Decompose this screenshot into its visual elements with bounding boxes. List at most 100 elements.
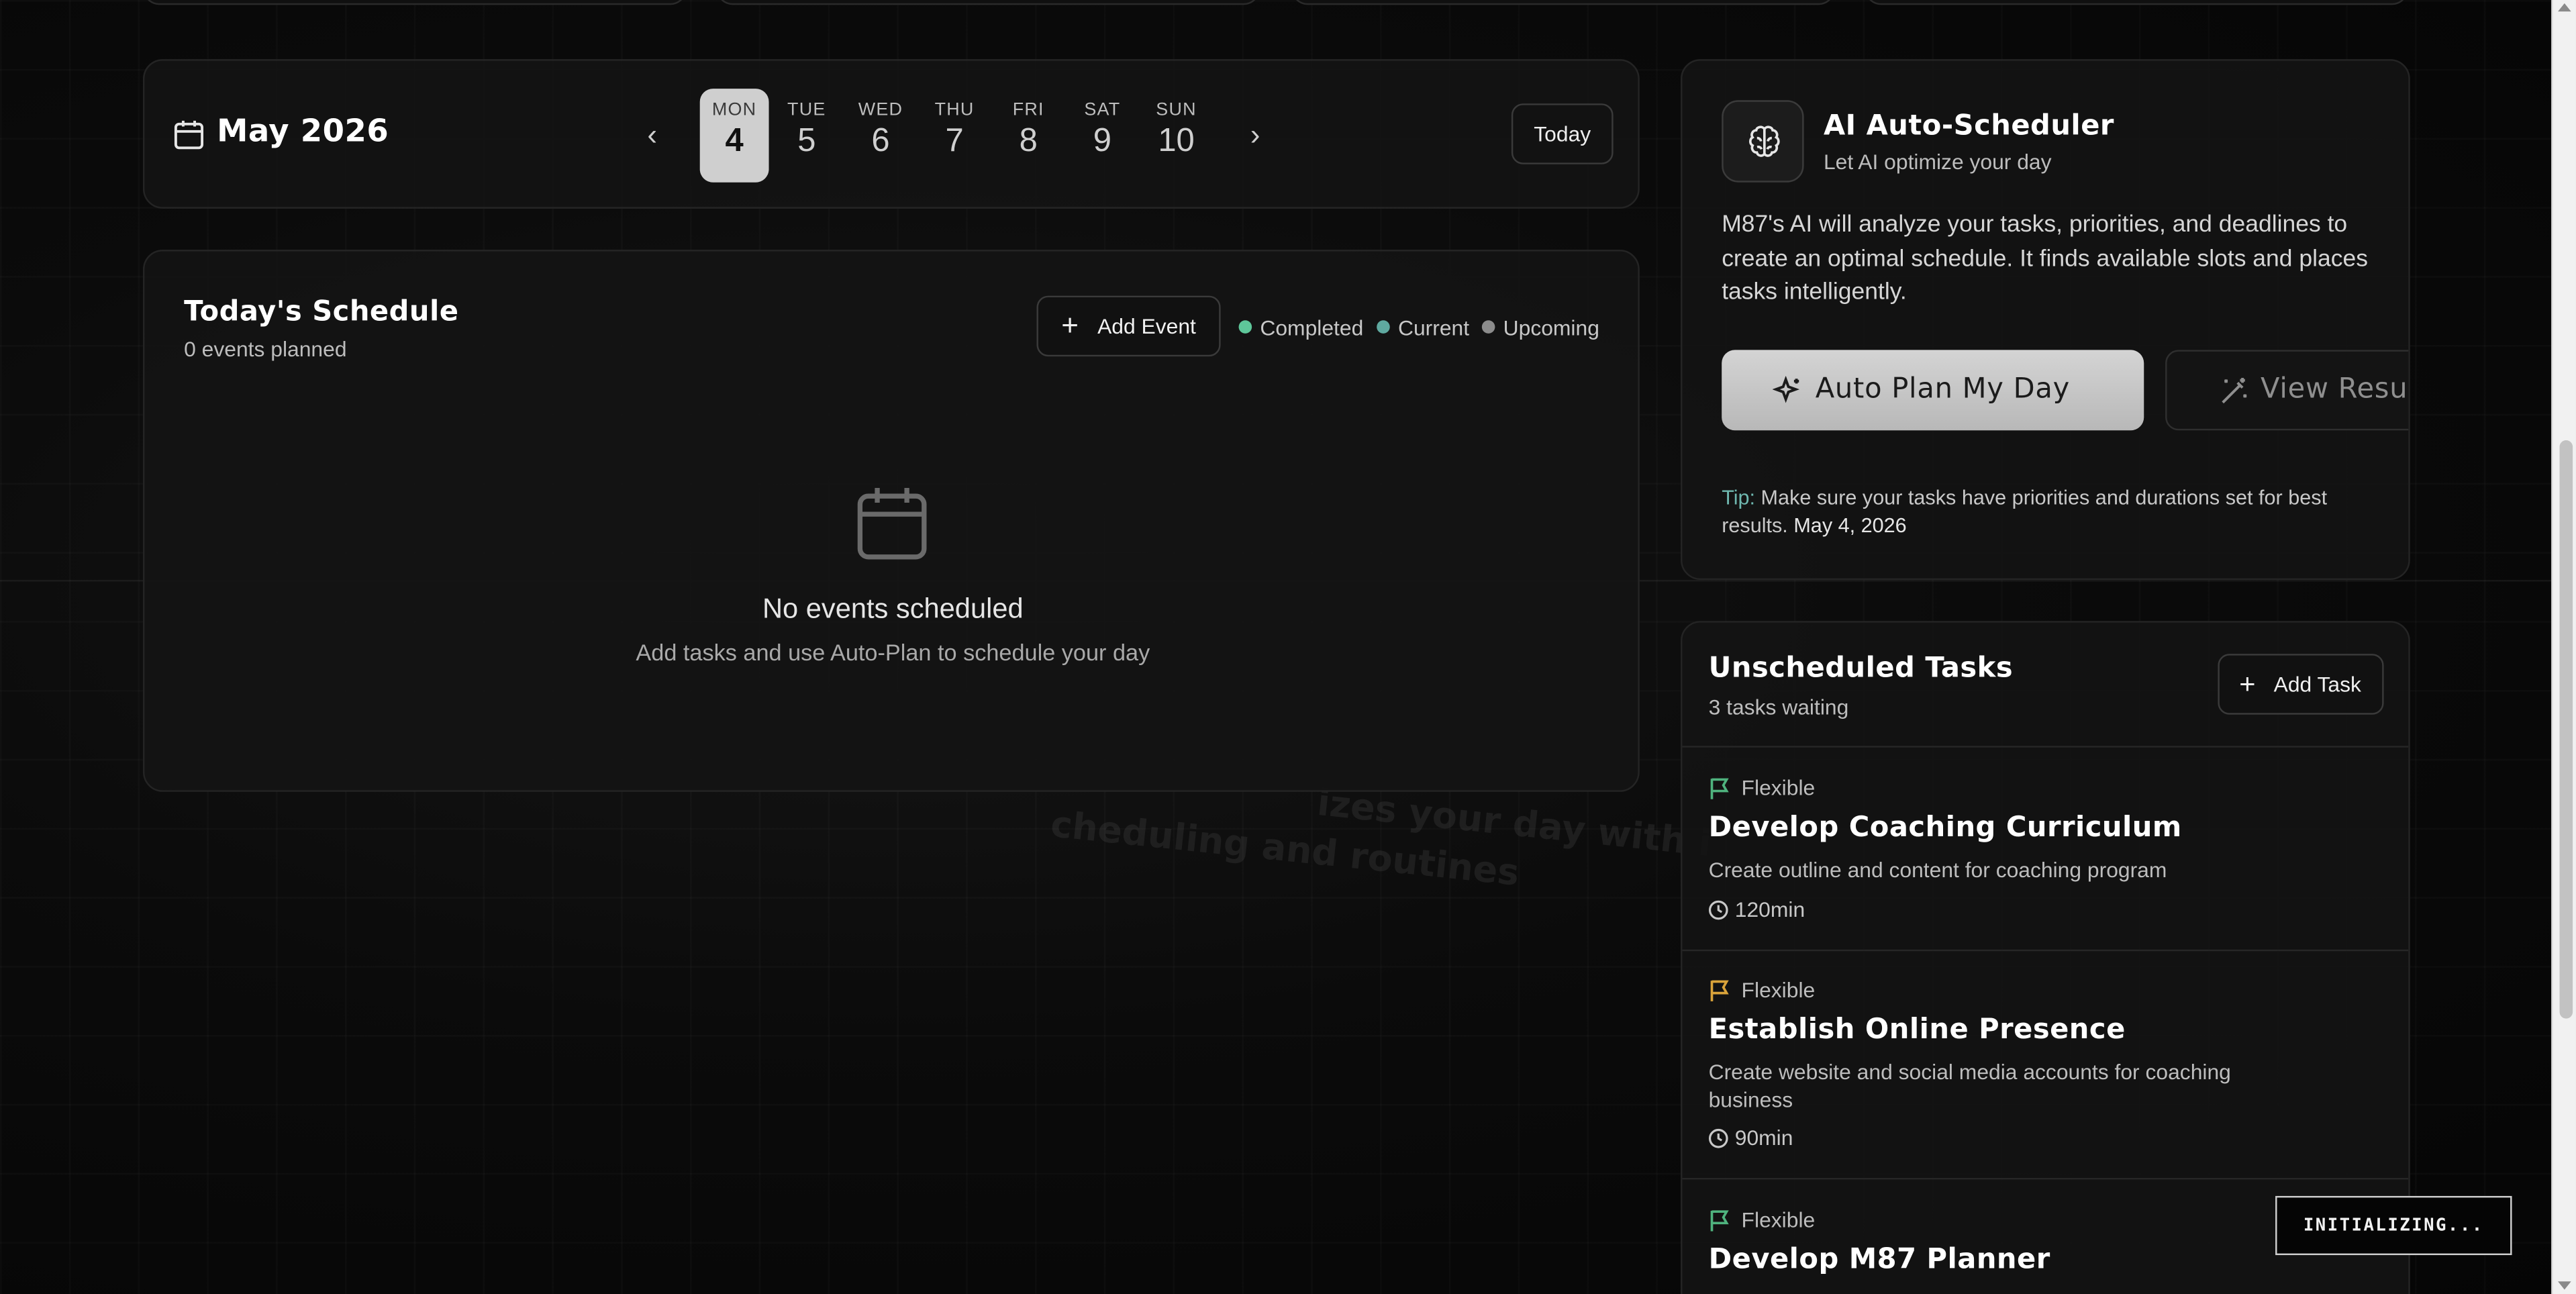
day-name: THU <box>934 100 975 120</box>
stat-card <box>142 0 687 5</box>
calendar-empty-icon <box>857 487 927 560</box>
add-event-label: Add Event <box>1097 313 1196 339</box>
day-name: SAT <box>1084 100 1121 120</box>
task-priority: Flexible <box>1709 775 1816 801</box>
flag-icon <box>1710 1210 1729 1232</box>
day-number: 4 <box>725 123 744 160</box>
scroll-up-arrow-icon[interactable] <box>2558 3 2571 12</box>
tip-label: Tip: <box>1722 486 1756 509</box>
clock-icon <box>1708 900 1728 920</box>
priority-label: Flexible <box>1741 775 1816 801</box>
initializing-status: INITIALIZING... <box>2275 1195 2512 1256</box>
sparkles-icon <box>1773 376 1800 403</box>
task-description: Create website and social media accounts… <box>1708 1059 2231 1111</box>
day-number: 10 <box>1158 123 1195 160</box>
day-name: SUN <box>1156 100 1197 120</box>
task-priority: Flexible <box>1709 1207 1816 1234</box>
today-button[interactable]: Today <box>1511 103 1614 164</box>
ai-scheduler-subtitle: Let AI optimize your day <box>1823 149 2052 175</box>
task-name: Establish Online Presence <box>1708 1013 2126 1047</box>
unscheduled-tasks-panel: Unscheduled Tasks 3 tasks waiting + Add … <box>1680 621 2410 1294</box>
stat-card <box>1865 0 2409 5</box>
day-selector-fri[interactable]: FRI 8 <box>994 89 1063 183</box>
current-dot-icon <box>1377 320 1390 334</box>
day-number: 6 <box>871 123 890 160</box>
chevron-left-icon: ‹ <box>647 118 658 152</box>
day-name: TUE <box>787 100 826 120</box>
task-divider <box>1682 949 2409 952</box>
completed-dot-icon <box>1238 320 1252 334</box>
priority-label: Flexible <box>1741 977 1816 1003</box>
day-number: 8 <box>1019 123 1038 160</box>
day-name: MON <box>711 100 757 120</box>
clock-icon <box>1708 1128 1728 1148</box>
scroll-down-arrow-icon[interactable] <box>2558 1281 2571 1290</box>
plus-icon: + <box>2239 668 2256 700</box>
schedule-event-count: 0 events planned <box>184 336 347 362</box>
duration-label: 90min <box>1734 1125 1793 1150</box>
date-navigation-bar: May 2026 ‹ MON 4 TUE 5 WED 6 THU 7 FRI 8… <box>142 59 1640 209</box>
task-item[interactable]: Flexible Establish Online Presence Creat… <box>1709 977 2383 1158</box>
ai-scheduler-description: M87's AI will analyze your tasks, priori… <box>1722 211 2368 306</box>
auto-plan-label: Auto Plan My Day <box>1815 372 2070 406</box>
day-name: WED <box>858 100 903 120</box>
day-selector-thu[interactable]: THU 7 <box>920 89 989 183</box>
legend-completed: Completed <box>1238 315 1364 340</box>
day-number: 9 <box>1093 123 1112 160</box>
brain-icon-container <box>1722 100 1804 183</box>
unscheduled-tasks-count: 3 tasks waiting <box>1708 695 1849 720</box>
unscheduled-tasks-title: Unscheduled Tasks <box>1708 652 2014 685</box>
empty-state-subtitle: Add tasks and use Auto-Plan to schedule … <box>636 639 1150 666</box>
priority-label: Flexible <box>1741 1207 1816 1232</box>
day-selector-sun[interactable]: SUN 10 <box>1142 89 1211 183</box>
task-item[interactable]: Flexible Develop Coaching Curriculum Cre… <box>1709 775 2383 933</box>
legend-label: Current <box>1397 315 1470 340</box>
task-name: Develop Coaching Curriculum <box>1708 811 2182 845</box>
stat-card <box>716 0 1260 5</box>
view-results-button[interactable]: View Results <box>2165 350 2409 431</box>
legend-label: Upcoming <box>1503 315 1599 340</box>
empty-state-title: No events scheduled <box>762 593 1024 625</box>
flag-icon <box>1710 778 1729 799</box>
task-duration: 120min <box>1708 897 1805 923</box>
day-selector-wed[interactable]: WED 6 <box>846 89 915 183</box>
add-task-label: Add Task <box>2273 672 2361 697</box>
ai-scheduler-title: AI Auto-Scheduler <box>1823 109 2114 143</box>
calendar-icon <box>174 120 204 150</box>
task-duration: 90min <box>1708 1125 1793 1152</box>
auto-plan-button[interactable]: Auto Plan My Day <box>1722 350 2144 431</box>
app-viewport: izes your day with i cheduling and routi… <box>0 0 2576 1294</box>
brain-icon <box>1748 126 1780 157</box>
add-event-button[interactable]: + Add Event <box>1036 295 1221 357</box>
day-selector-mon[interactable]: MON 4 <box>699 89 769 183</box>
month-title: May 2026 <box>217 113 389 150</box>
task-description: Create outline and content for coaching … <box>1708 857 2167 883</box>
next-week-button[interactable]: › <box>1239 117 1272 153</box>
tip-date: May 4, 2026 <box>1793 513 1907 537</box>
duration-label: 120min <box>1734 897 1805 922</box>
ai-auto-scheduler-panel: AI Auto-Scheduler Let AI optimize your d… <box>1680 59 2410 581</box>
stat-card <box>1291 0 1836 5</box>
day-selector-tue[interactable]: TUE 5 <box>772 89 841 183</box>
add-task-button[interactable]: + Add Task <box>2218 654 2384 715</box>
legend-current: Current <box>1377 315 1469 340</box>
plus-icon: + <box>1061 309 1079 342</box>
legend-upcoming: Upcoming <box>1481 315 1599 340</box>
flag-icon <box>1710 980 1729 1001</box>
upcoming-dot-icon <box>1481 320 1495 334</box>
day-number: 7 <box>945 123 964 160</box>
legend-label: Completed <box>1260 315 1364 340</box>
day-selector-sat[interactable]: SAT 9 <box>1068 89 1137 183</box>
todays-schedule-panel: Today's Schedule 0 events planned + Add … <box>142 250 1640 792</box>
scrollbar-thumb[interactable] <box>2559 440 2573 1019</box>
previous-week-button[interactable]: ‹ <box>636 117 668 153</box>
page-scrollbar[interactable] <box>2551 0 2576 1294</box>
view-results-label: View Results <box>2261 372 2408 406</box>
schedule-title: Today's Schedule <box>184 295 459 329</box>
task-name: Develop M87 Planner <box>1708 1243 2050 1277</box>
ai-tip: Tip: Make sure your tasks have prioritie… <box>1722 485 2379 539</box>
day-number: 5 <box>797 123 816 160</box>
day-name: FRI <box>1012 100 1044 120</box>
magic-wand-icon <box>2222 377 2247 404</box>
task-priority: Flexible <box>1709 977 1816 1003</box>
